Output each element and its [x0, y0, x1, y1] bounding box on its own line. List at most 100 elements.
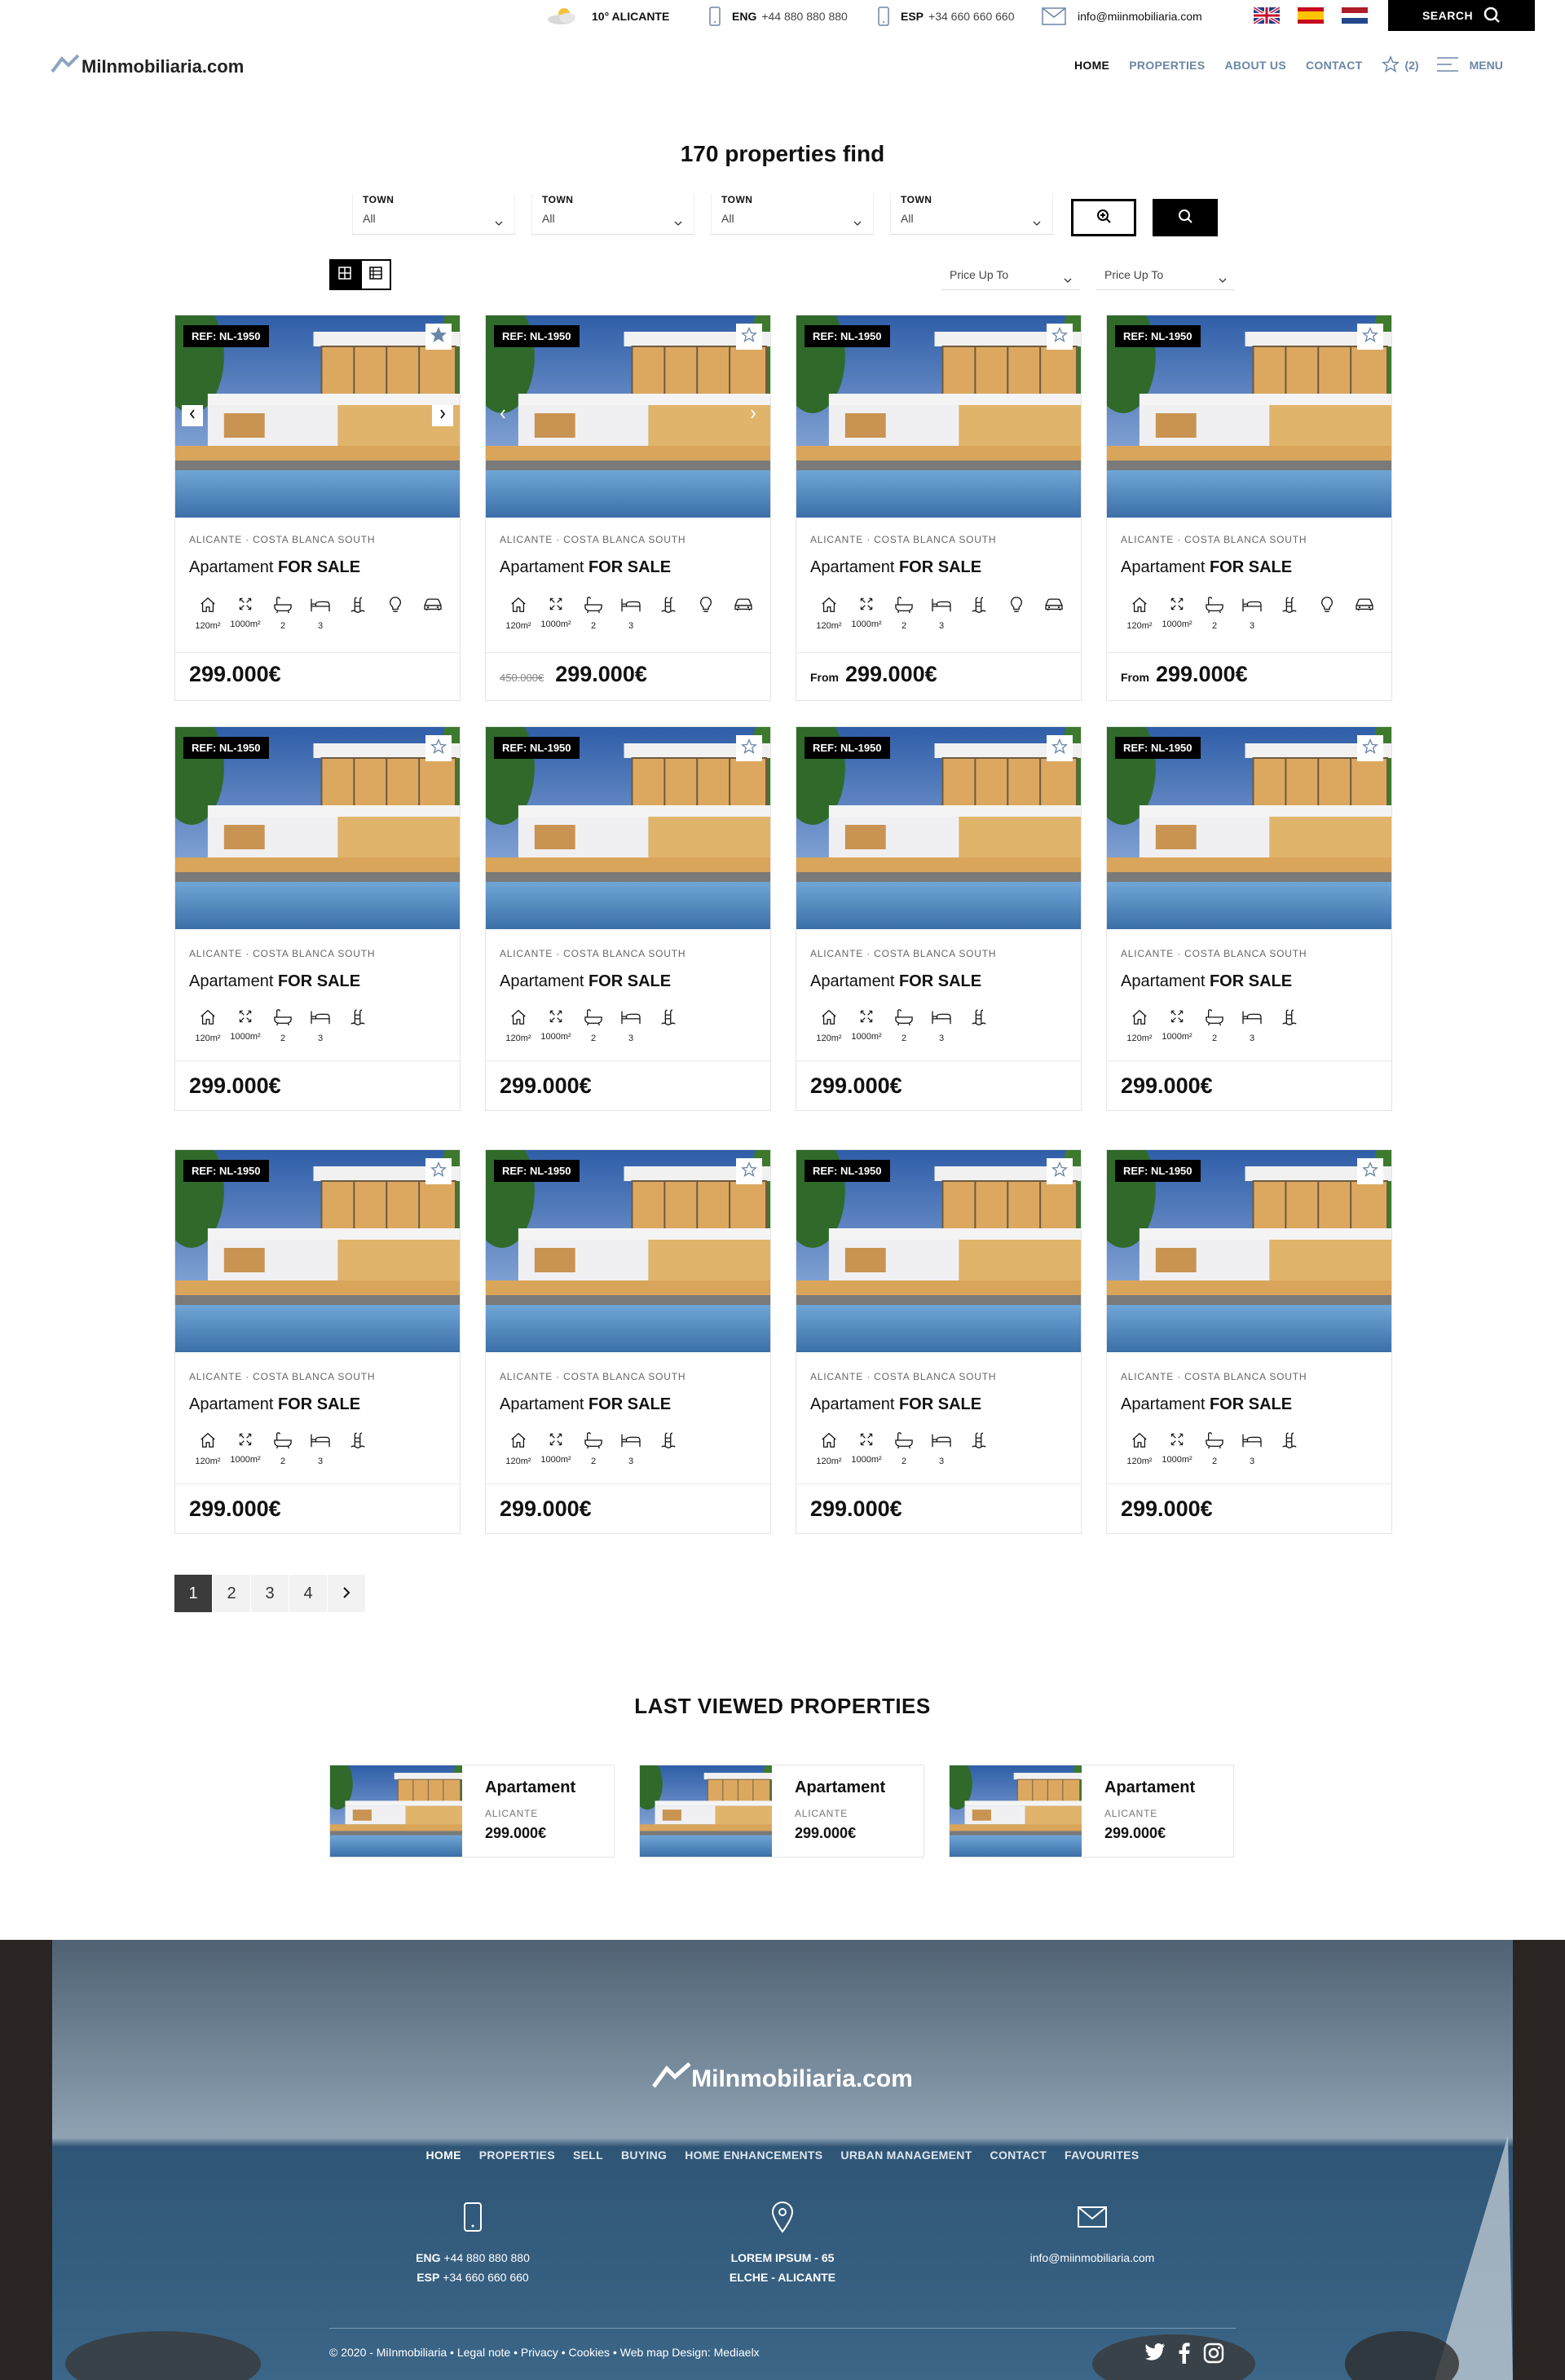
- previous-image-button[interactable]: [492, 405, 514, 426]
- advanced-search-button[interactable]: [1071, 199, 1136, 236]
- filter-search-button[interactable]: [1153, 199, 1218, 236]
- footer-logo[interactable]: MiInmobiliaria.com: [0, 2062, 1565, 2096]
- property-title[interactable]: Apartament FOR SALE: [1121, 972, 1292, 991]
- footer-nav-home-enhancements[interactable]: HOME ENHANCEMENTS: [685, 2149, 822, 2162]
- page-2-button[interactable]: 2: [213, 1575, 250, 1612]
- last-viewed-item[interactable]: Apartament ALICANTE 299.000€: [329, 1765, 615, 1858]
- facebook-icon[interactable]: [1179, 2343, 1190, 2368]
- property-card[interactable]: REF: NL-1950 ALICANTE · COSTA BLANCA SOUT…: [174, 1149, 461, 1534]
- price-up-to-select-2[interactable]: Price Up To: [1096, 259, 1235, 290]
- property-image[interactable]: REF: NL-1950: [796, 315, 1081, 518]
- property-card[interactable]: REF: NL-1950 ALICANTE · COSTA BLANCA SOUT…: [796, 1149, 1082, 1534]
- town-filter-4[interactable]: TOWN All: [890, 194, 1053, 235]
- favourite-button[interactable]: [1047, 735, 1073, 761]
- flag-nl-icon[interactable]: [1342, 7, 1368, 24]
- flag-es-icon[interactable]: [1298, 7, 1324, 24]
- page-1-button[interactable]: 1: [174, 1575, 212, 1612]
- property-card[interactable]: REF: NL-1950 ALICANTE · COSTA BLANCA SOUT…: [174, 726, 461, 1111]
- town-filter-1[interactable]: TOWN All: [352, 194, 515, 235]
- page-3-button[interactable]: 3: [251, 1575, 289, 1612]
- list-view-button[interactable]: [360, 259, 391, 290]
- property-title[interactable]: Apartament FOR SALE: [810, 1395, 981, 1414]
- favourite-button[interactable]: [1357, 735, 1383, 761]
- favourite-button[interactable]: [736, 735, 762, 761]
- favourite-button[interactable]: [1357, 324, 1383, 350]
- footer-nav-properties[interactable]: PROPERTIES: [479, 2149, 555, 2162]
- property-image[interactable]: REF: NL-1950: [486, 315, 770, 518]
- property-image[interactable]: REF: NL-1950: [796, 727, 1081, 929]
- favourite-button[interactable]: [736, 324, 762, 350]
- property-image[interactable]: REF: NL-1950: [796, 1150, 1081, 1352]
- property-card[interactable]: REF: NL-1950 ALICANTE · COSTA BLANCA SOUT…: [1106, 1149, 1392, 1534]
- property-title[interactable]: Apartament FOR SALE: [189, 972, 360, 991]
- last-viewed-item[interactable]: Apartament ALICANTE 299.000€: [639, 1765, 924, 1858]
- favourite-button[interactable]: [1047, 324, 1073, 350]
- town-filter-2[interactable]: TOWN All: [531, 194, 694, 235]
- favourite-button[interactable]: [736, 1158, 762, 1184]
- next-page-button[interactable]: [328, 1575, 365, 1612]
- footer-nav-sell[interactable]: SELL: [573, 2149, 603, 2162]
- property-image[interactable]: REF: NL-1950: [1107, 1150, 1391, 1352]
- twitter-icon[interactable]: [1144, 2343, 1166, 2368]
- footer-phone-esp[interactable]: ESP +34 660 660 660: [342, 2268, 603, 2287]
- search-button[interactable]: SEARCH: [1388, 0, 1535, 31]
- town-filter-3[interactable]: TOWN All: [711, 194, 874, 235]
- property-title[interactable]: Apartament FOR SALE: [500, 972, 671, 991]
- property-image[interactable]: REF: NL-1950: [175, 315, 460, 518]
- property-image[interactable]: REF: NL-1950: [486, 727, 770, 929]
- property-card[interactable]: REF: NL-1950 ALICANTE · COSTA BLANCA SOUT…: [796, 315, 1082, 701]
- property-image[interactable]: REF: NL-1950: [1107, 315, 1391, 518]
- last-viewed-item[interactable]: Apartament ALICANTE 299.000€: [949, 1765, 1234, 1858]
- email-link[interactable]: info@miinmobiliaria.com: [1042, 0, 1202, 33]
- property-card[interactable]: REF: NL-1950 ALICANTE · COSTA BLANCA SOUT…: [485, 1149, 771, 1534]
- property-card[interactable]: REF: NL-1950 ALICANTE · COSTA BLANCA SOUT…: [1106, 726, 1392, 1111]
- favourite-button[interactable]: [1047, 1158, 1073, 1184]
- property-card[interactable]: REF: NL-1950 ALICANTE · COSTA BLANCA SOUT…: [796, 726, 1082, 1111]
- property-image[interactable]: REF: NL-1950: [1107, 727, 1391, 929]
- favourite-button[interactable]: [1357, 1158, 1383, 1184]
- page-4-button[interactable]: 4: [289, 1575, 327, 1612]
- grid-view-button[interactable]: [329, 259, 360, 290]
- next-image-button[interactable]: [743, 405, 764, 426]
- nav-properties[interactable]: PROPERTIES: [1129, 59, 1205, 72]
- footer-nav-favourites[interactable]: FAVOURITES: [1065, 2149, 1139, 2162]
- favourites-button[interactable]: (2): [1382, 55, 1419, 76]
- property-title[interactable]: Apartament FOR SALE: [189, 558, 360, 577]
- favourite-button[interactable]: [425, 324, 452, 350]
- property-card[interactable]: REF: NL-1950 ALICANTE · COSTA BLANCA SOUT…: [485, 726, 771, 1111]
- property-title[interactable]: Apartament FOR SALE: [810, 972, 981, 991]
- property-title[interactable]: Apartament FOR SALE: [189, 1395, 360, 1414]
- price-up-to-select-1[interactable]: Price Up To: [941, 259, 1080, 290]
- menu-button[interactable]: MENU: [1436, 56, 1503, 75]
- nav-contact[interactable]: CONTACT: [1306, 59, 1363, 72]
- phone-esp[interactable]: ESP +34 660 660 660: [878, 0, 1015, 33]
- footer-nav-urban-management[interactable]: URBAN MANAGEMENT: [840, 2149, 972, 2162]
- property-card[interactable]: REF: NL-1950 ALICANTE · COSTA BLANCA SOUT…: [174, 315, 461, 701]
- property-image[interactable]: REF: NL-1950: [175, 727, 460, 929]
- property-title[interactable]: Apartament FOR SALE: [500, 1395, 671, 1414]
- footer-nav-buying[interactable]: BUYING: [621, 2149, 667, 2162]
- favourite-button[interactable]: [425, 735, 452, 761]
- property-title[interactable]: Apartament FOR SALE: [1121, 1395, 1292, 1414]
- nav-about-us[interactable]: ABOUT US: [1224, 59, 1286, 72]
- property-card[interactable]: REF: NL-1950 ALICANTE · COSTA BLANCA SOUT…: [1106, 315, 1392, 701]
- nav-home[interactable]: HOME: [1074, 59, 1109, 72]
- phone-eng[interactable]: ENG +44 880 880 880: [709, 0, 848, 33]
- property-card[interactable]: REF: NL-1950 ALICANTE · COSTA BLANCA SOUT…: [485, 315, 771, 701]
- flag-uk-icon[interactable]: [1254, 7, 1280, 24]
- property-title[interactable]: Apartament FOR SALE: [810, 558, 981, 577]
- footer-nav-home[interactable]: HOME: [426, 2149, 461, 2162]
- next-image-button[interactable]: [432, 405, 453, 426]
- property-title[interactable]: Apartament FOR SALE: [1121, 558, 1292, 577]
- site-logo[interactable]: MiInmobiliaria.com: [51, 52, 244, 82]
- footer-email-link[interactable]: info@miinmobiliaria.com: [962, 2248, 1223, 2268]
- previous-image-button[interactable]: [182, 405, 203, 426]
- property-title[interactable]: Apartament FOR SALE: [500, 558, 671, 577]
- card-divider: [486, 1060, 770, 1061]
- instagram-icon[interactable]: [1203, 2343, 1224, 2368]
- footer-phone-eng[interactable]: ENG +44 880 880 880: [342, 2248, 603, 2268]
- footer-nav-contact[interactable]: CONTACT: [990, 2149, 1047, 2162]
- favourite-button[interactable]: [425, 1158, 452, 1184]
- property-image[interactable]: REF: NL-1950: [486, 1150, 770, 1352]
- property-image[interactable]: REF: NL-1950: [175, 1150, 460, 1352]
